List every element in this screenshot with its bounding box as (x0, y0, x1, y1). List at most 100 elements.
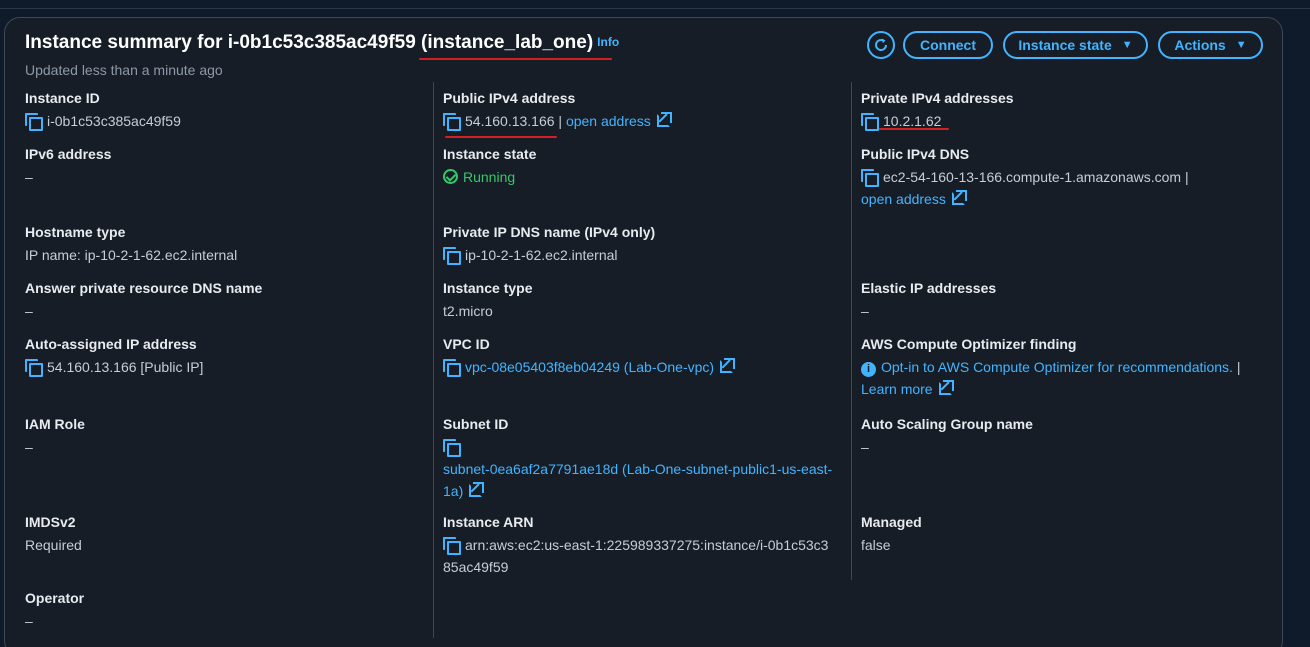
external-link-icon[interactable] (469, 482, 485, 497)
check-circle-icon (443, 169, 458, 184)
updated-text: Updated less than a minute ago (25, 62, 223, 78)
instance-id-value: i-0b1c53c385ac49f59 (47, 113, 181, 129)
field-label: VPC ID (443, 336, 490, 352)
field-label: AWS Compute Optimizer finding (861, 336, 1077, 352)
refresh-icon (875, 38, 888, 51)
field-vpc-id: VPC ID vpc-08e05403f8eb04249 (Lab-One-vp… (443, 336, 736, 378)
top-divider (0, 8, 1310, 9)
instance-state-value: Running (463, 169, 516, 185)
field-hostname-type: Hostname type IP name: ip-10-2-1-62.ec2.… (25, 224, 237, 266)
copy-icon[interactable] (443, 537, 461, 555)
field-label: Hostname type (25, 224, 126, 240)
subnet-link-cont[interactable]: 1a) (443, 483, 463, 499)
copy-icon[interactable] (25, 359, 43, 377)
copy-icon[interactable] (443, 439, 461, 457)
field-public-ipv4: Public IPv4 address 54.160.13.166 | open… (443, 90, 672, 132)
ipv6-value: – (25, 169, 33, 185)
answer-dns-value: – (25, 303, 33, 319)
field-public-dns: Public IPv4 DNS ec2-54-160-13-166.comput… (861, 146, 1189, 210)
field-ipv6: IPv6 address – (25, 146, 111, 188)
external-link-icon[interactable] (720, 358, 736, 373)
field-instance-type: Instance type t2.micro (443, 280, 532, 322)
field-label: Subnet ID (443, 416, 509, 432)
copy-icon[interactable] (443, 113, 461, 131)
subnet-link[interactable]: subnet-0ea6af2a7791ae18d (Lab-One-subnet… (443, 458, 832, 480)
arn-value: arn:aws:ec2:us-east-1:225989337275:insta… (465, 537, 829, 553)
copy-icon[interactable] (861, 169, 879, 187)
info-circle-icon: i (861, 362, 876, 377)
copy-icon[interactable] (443, 359, 461, 377)
field-private-ipv4: Private IPv4 addresses 10.2.1.62 (861, 90, 1014, 132)
field-instance-state: Instance state Running (443, 146, 536, 188)
open-address-link[interactable]: open address (861, 191, 946, 207)
refresh-button[interactable] (867, 31, 895, 59)
private-dns-value: ip-10-2-1-62.ec2.internal (465, 247, 618, 263)
open-address-link[interactable]: open address (566, 113, 651, 129)
field-label: Public IPv4 DNS (861, 146, 970, 162)
title-text: Instance summary for i-0b1c53c385ac49f59… (25, 32, 594, 53)
actions-dropdown[interactable]: Actions ▼ (1158, 31, 1263, 59)
imds-value: Required (25, 537, 82, 553)
field-label: Instance ARN (443, 514, 534, 530)
connect-label: Connect (920, 37, 976, 53)
field-instance-arn: Instance ARN arn:aws:ec2:us-east-1:22598… (443, 514, 828, 578)
field-instance-id: Instance ID i-0b1c53c385ac49f59 (25, 90, 181, 132)
field-operator: Operator – (25, 590, 84, 632)
asg-value: – (861, 439, 869, 455)
caret-down-icon: ▼ (1235, 39, 1247, 51)
field-imdsv2: IMDSv2 Required (25, 514, 82, 556)
column-divider (433, 82, 434, 638)
copy-icon[interactable] (25, 113, 43, 131)
field-label: IPv6 address (25, 146, 112, 162)
field-iam-role: IAM Role – (25, 416, 85, 458)
public-ipv4-value: 54.160.13.166 (465, 113, 555, 129)
field-label: Answer private resource DNS name (25, 280, 263, 296)
field-label: IMDSv2 (25, 514, 76, 530)
instance-type-value: t2.micro (443, 303, 493, 319)
field-elastic-ip: Elastic IP addresses – (861, 280, 996, 322)
caret-down-icon: ▼ (1121, 39, 1133, 51)
connect-button[interactable]: Connect (903, 31, 993, 59)
field-label: Instance ID (25, 90, 100, 106)
vpc-link[interactable]: vpc-08e05403f8eb04249 (Lab-One-vpc) (465, 359, 714, 375)
instance-summary-panel: Instance summary for i-0b1c53c385ac49f59… (4, 17, 1283, 647)
separator: | (558, 113, 563, 129)
field-private-dns: Private IP DNS name (IPv4 only) ip-10-2-… (443, 224, 655, 266)
field-label: IAM Role (25, 416, 85, 432)
optimizer-opt-in-link[interactable]: Opt-in to AWS Compute Optimizer for reco… (881, 359, 1233, 375)
copy-icon[interactable] (443, 247, 461, 265)
instance-state-dropdown[interactable]: Instance state ▼ (1003, 31, 1148, 59)
iam-value: – (25, 439, 33, 455)
field-label: Private IP DNS name (IPv4 only) (443, 224, 656, 240)
field-label: Auto Scaling Group name (861, 416, 1033, 432)
annotation-underline-title (419, 58, 612, 60)
field-managed: Managed false (861, 514, 922, 556)
field-label: Instance type (443, 280, 533, 296)
field-asg-name: Auto Scaling Group name – (861, 416, 1033, 458)
hostname-type-value: IP name: ip-10-2-1-62.ec2.internal (25, 247, 238, 263)
external-link-icon[interactable] (656, 112, 672, 127)
copy-icon[interactable] (861, 113, 879, 131)
private-ipv4-value: 10.2.1.62 (883, 113, 942, 129)
elastic-ip-value: – (861, 303, 869, 319)
field-auto-ip: Auto-assigned IP address 54.160.13.166 [… (25, 336, 203, 378)
field-label: Public IPv4 address (443, 90, 576, 106)
learn-more-link[interactable]: Learn more (861, 381, 933, 397)
field-label: Managed (861, 514, 922, 530)
column-divider (851, 82, 852, 580)
separator: | (1184, 169, 1189, 185)
auto-ip-value: 54.160.13.166 [Public IP] (47, 359, 204, 375)
field-subnet-id: Subnet ID subnet-0ea6af2a7791ae18d (Lab-… (443, 416, 832, 502)
managed-value: false (861, 537, 891, 553)
actions-label: Actions (1174, 37, 1226, 53)
external-link-icon[interactable] (938, 380, 954, 395)
operator-value: – (25, 613, 33, 629)
field-label: Auto-assigned IP address (25, 336, 197, 352)
field-compute-optimizer: AWS Compute Optimizer finding i Opt-in to… (861, 336, 1240, 400)
instance-state-label: Instance state (1018, 37, 1112, 53)
field-label: Elastic IP addresses (861, 280, 997, 296)
info-link[interactable]: Info (597, 35, 619, 49)
field-label: Private IPv4 addresses (861, 90, 1014, 106)
external-link-icon[interactable] (951, 190, 967, 205)
annotation-underline-public-ip (445, 136, 557, 138)
